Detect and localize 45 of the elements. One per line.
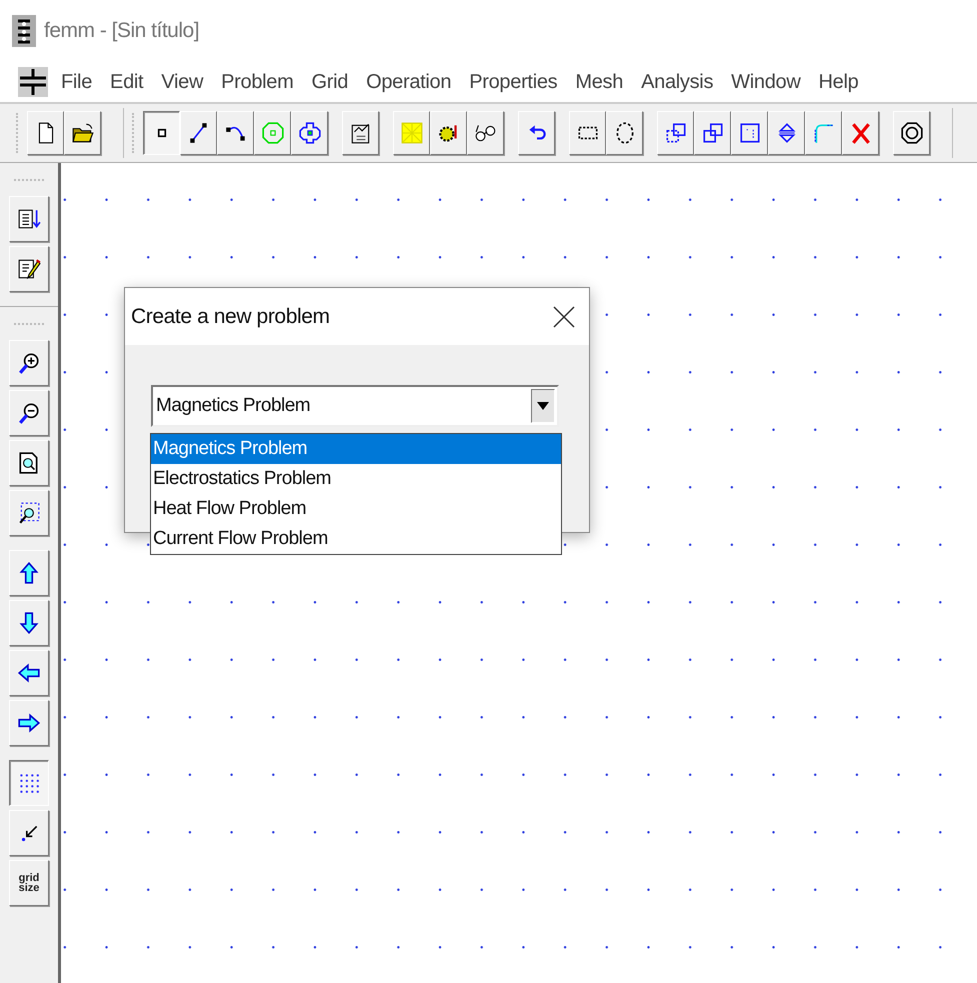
zoom-in-icon xyxy=(17,351,41,375)
toolbar-button[interactable] xyxy=(143,111,180,155)
down-arrow-icon xyxy=(17,611,41,635)
toolbar-button[interactable]: grid size xyxy=(9,860,49,906)
menu-item[interactable]: Properties xyxy=(460,70,566,94)
menu-item[interactable]: Analysis xyxy=(632,70,722,94)
close-icon xyxy=(551,304,577,330)
dropdown-value: Magnetics Problem xyxy=(155,395,312,417)
menu-item[interactable]: View xyxy=(152,70,212,94)
up-arrow-icon xyxy=(17,561,41,585)
app-icon xyxy=(12,15,36,47)
menu-item[interactable]: Problem xyxy=(212,70,302,94)
menu-item[interactable]: Operation xyxy=(357,70,460,94)
right-arrow-icon xyxy=(17,711,41,735)
list-arrow-icon xyxy=(17,207,41,231)
dropdown-option[interactable]: Electrostatics Problem xyxy=(151,464,561,494)
menu-item[interactable]: File xyxy=(52,70,102,94)
dialog-title: Create a new problem xyxy=(131,304,330,328)
close-button[interactable] xyxy=(551,304,577,330)
dropdown-option[interactable]: Magnetics Problem xyxy=(151,434,561,464)
zoom-out-icon xyxy=(17,401,41,425)
pencil-document-icon xyxy=(17,257,41,281)
cross-shape-icon xyxy=(298,121,322,145)
menu-item[interactable]: Mesh xyxy=(566,70,632,94)
octagon-icon xyxy=(260,121,284,145)
caret-icon xyxy=(537,402,549,410)
ring-icon xyxy=(900,121,924,145)
menu-item[interactable]: Grid xyxy=(302,70,358,94)
problem-type-dropdown[interactable]: Magnetics Problem xyxy=(151,385,559,427)
magnifier-selection-icon xyxy=(17,501,41,525)
menu-item[interactable]: Help xyxy=(810,70,868,94)
menu-item[interactable]: Window xyxy=(722,70,810,94)
overlapping-squares-icon xyxy=(664,121,688,145)
overlapping-squares-icon xyxy=(700,121,724,145)
folder-icon xyxy=(70,121,94,145)
left-arrow-icon xyxy=(17,661,41,685)
dropdown-option[interactable]: Heat Flow Problem xyxy=(151,494,561,524)
grid-mesh-icon xyxy=(400,121,424,145)
dropdown-button[interactable] xyxy=(531,389,555,423)
square-icon xyxy=(738,121,762,145)
window-title: femm - [Sin título] xyxy=(44,19,200,43)
toolbar-button[interactable] xyxy=(9,760,49,806)
menu-item[interactable]: Edit xyxy=(101,70,152,94)
capacitor-icon[interactable] xyxy=(18,67,48,97)
dropdown-option[interactable]: Current Flow Problem xyxy=(151,524,561,554)
